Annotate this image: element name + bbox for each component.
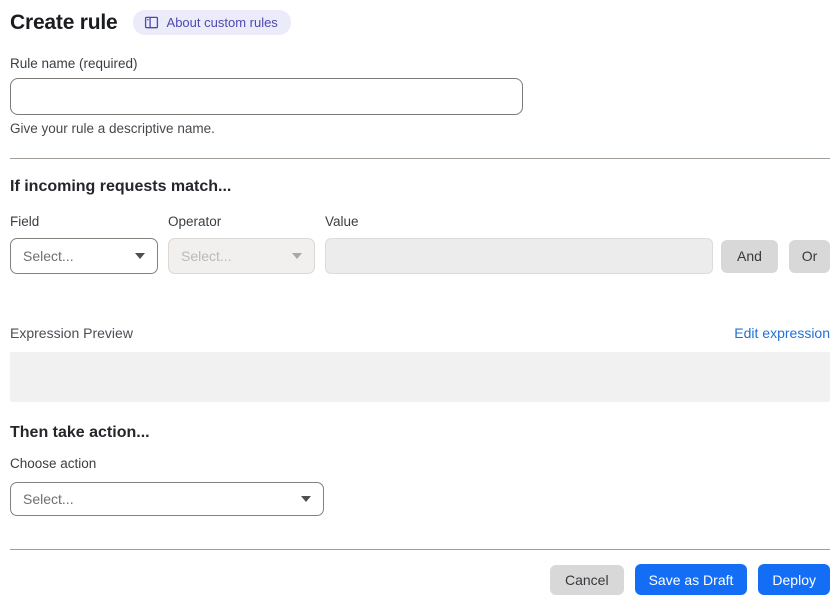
chevron-down-icon <box>301 496 311 502</box>
create-rule-page: Create rule About custom rules Rule name… <box>0 0 839 595</box>
cancel-button[interactable]: Cancel <box>549 564 624 595</box>
match-section-heading: If incoming requests match... <box>10 178 232 195</box>
rule-name-label: Rule name (required) <box>10 56 138 71</box>
deploy-button[interactable]: Deploy <box>758 564 830 595</box>
operator-select-value: Select... <box>181 248 232 264</box>
match-controls-row: Select... Select... And Or <box>10 238 830 274</box>
expression-preview-box <box>10 352 830 402</box>
field-label: Field <box>10 214 40 229</box>
action-select-value: Select... <box>23 491 74 507</box>
about-custom-rules-badge[interactable]: About custom rules <box>132 10 291 35</box>
choose-action-label: Choose action <box>10 456 97 471</box>
page-title: Create rule <box>10 10 118 34</box>
operator-label: Operator <box>168 214 222 229</box>
match-labels-row: Field Operator Value <box>10 214 830 229</box>
footer-divider <box>10 549 830 550</box>
save-as-draft-button[interactable]: Save as Draft <box>634 564 748 595</box>
action-section-heading: Then take action... <box>10 424 150 441</box>
rule-name-helper: Give your rule a descriptive name. <box>10 121 215 136</box>
section-divider <box>10 158 830 159</box>
expression-preview-row: Expression Preview Edit expression <box>10 325 830 341</box>
page-header: Create rule About custom rules <box>10 10 830 35</box>
edit-expression-link[interactable]: Edit expression <box>734 325 830 341</box>
and-button[interactable]: And <box>721 239 778 273</box>
value-label: Value <box>325 214 359 229</box>
footer-actions: Cancel Save as Draft Deploy <box>10 564 830 595</box>
chevron-down-icon <box>135 253 145 259</box>
field-select[interactable]: Select... <box>10 238 158 274</box>
value-input <box>325 238 713 274</box>
operator-select: Select... <box>168 238 315 274</box>
expression-preview-label: Expression Preview <box>10 325 133 341</box>
rule-name-block: Rule name (required) Give your rule a de… <box>10 56 830 136</box>
about-badge-label: About custom rules <box>166 15 278 30</box>
book-icon <box>144 15 159 30</box>
or-button[interactable]: Or <box>789 239 830 273</box>
action-select[interactable]: Select... <box>10 482 324 516</box>
field-select-value: Select... <box>23 248 74 264</box>
rule-name-input[interactable] <box>10 78 523 115</box>
chevron-down-icon <box>292 253 302 259</box>
